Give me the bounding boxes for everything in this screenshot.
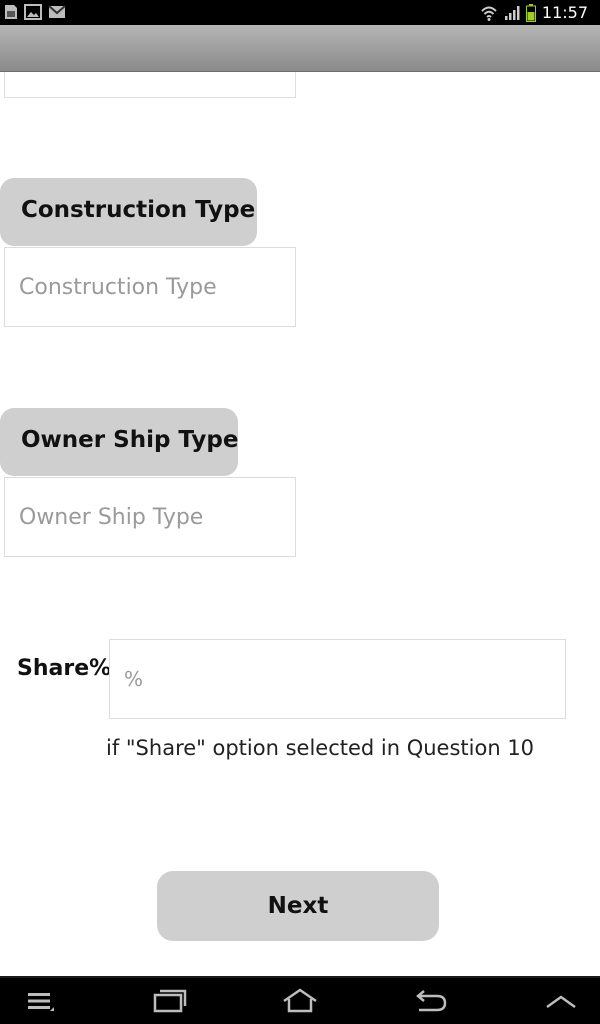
chevron-up-icon (546, 995, 576, 1009)
wifi-icon (481, 6, 497, 21)
form-content[interactable]: Construction Type Owner Ship Type Share%… (0, 72, 600, 976)
recent-apps-button[interactable] (135, 978, 205, 1024)
notification-icons (4, 4, 66, 20)
owner-ship-type-input[interactable] (4, 477, 296, 557)
next-button[interactable]: Next (157, 871, 439, 941)
owner-ship-type-label: Owner Ship Type (0, 408, 238, 476)
share-label: Share% (17, 656, 112, 681)
back-button[interactable] (396, 978, 466, 1024)
overflow-button[interactable] (526, 978, 596, 1024)
action-bar (0, 25, 600, 72)
recent-apps-icon (153, 989, 187, 1013)
back-icon (416, 990, 447, 1012)
screen: 11:57 Construction Type Owner Ship Type … (0, 0, 600, 1024)
share-percent-input[interactable] (109, 639, 566, 719)
share-note: if "Share" option selected in Question 1… (106, 736, 535, 760)
home-button[interactable] (265, 978, 335, 1024)
construction-type-label: Construction Type (0, 178, 257, 246)
navigation-bar (0, 976, 600, 1024)
status-bar: 11:57 (0, 0, 600, 25)
status-time: 11:57 (541, 3, 588, 22)
menu-button[interactable] (6, 978, 76, 1024)
sim-card-icon (5, 5, 17, 19)
previous-field-input[interactable] (4, 72, 296, 98)
construction-type-input[interactable] (4, 247, 296, 327)
image-icon (24, 4, 42, 20)
menu-icon (28, 993, 54, 1011)
system-status: 11:57 (480, 0, 588, 25)
battery-icon (525, 3, 536, 22)
gmail-icon (48, 5, 66, 18)
signal-icon (504, 5, 520, 20)
home-icon (283, 988, 317, 1013)
